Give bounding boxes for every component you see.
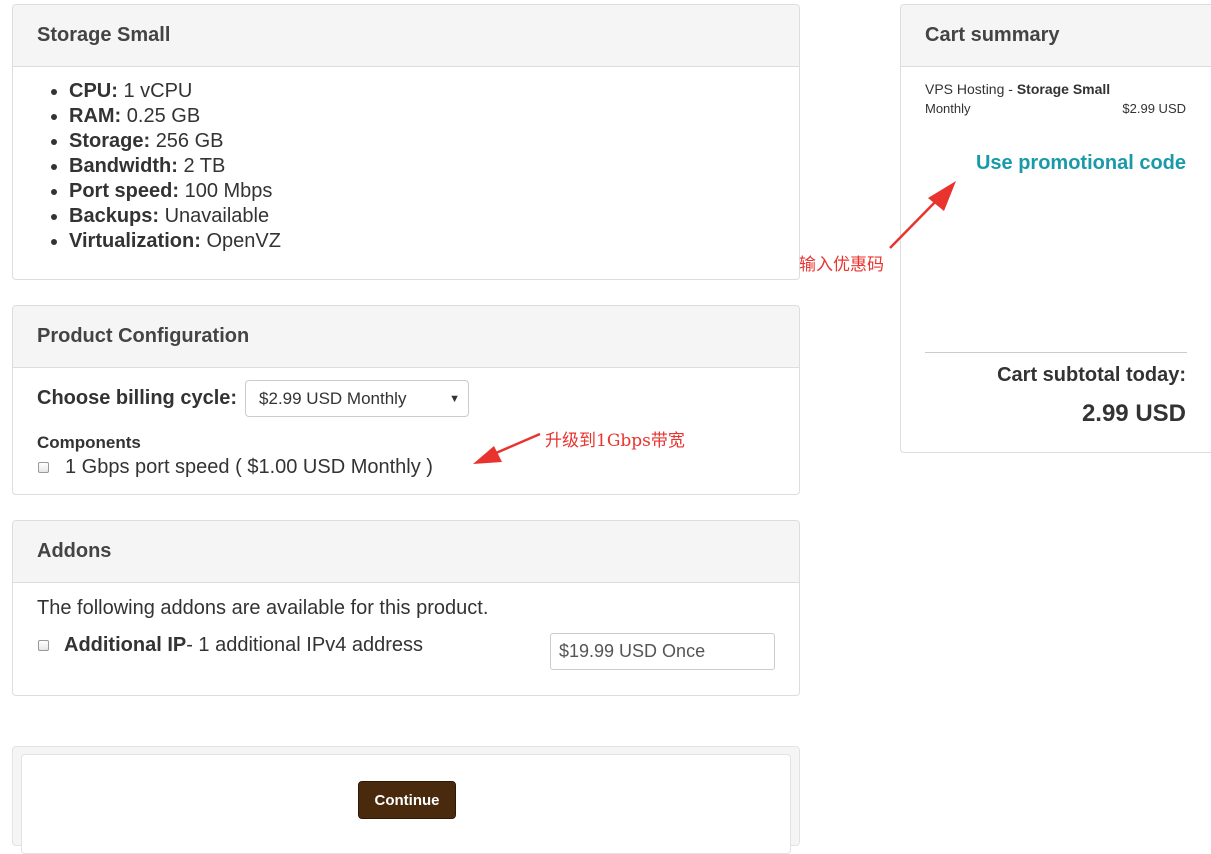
addons-intro-text: The following addons are available for t… xyxy=(37,597,489,619)
annotation-promo-note: 输入优惠码 xyxy=(799,255,884,275)
spec-label: Storage: xyxy=(69,130,151,152)
spec-item-virtualization: Virtualization: OpenVZ xyxy=(69,229,799,254)
cart-item-price: $2.99 USD xyxy=(1122,101,1186,116)
spec-item-cpu: CPU: 1 vCPU xyxy=(69,79,799,104)
addon-price-field: $19.99 USD Once xyxy=(550,633,775,670)
spec-item-storage: Storage: 256 GB xyxy=(69,129,799,154)
billing-cycle-label: Choose billing cycle: xyxy=(37,387,238,409)
cart-divider xyxy=(925,352,1187,353)
addon-name: Additional IP xyxy=(64,634,187,656)
cart-item-cycle: Monthly xyxy=(925,101,971,116)
spec-item-backups: Backups: Unavailable xyxy=(69,204,799,229)
product-configuration-panel: Product Configuration Choose billing cyc… xyxy=(12,305,800,495)
chevron-down-icon: ▼ xyxy=(449,392,461,405)
spec-value: 0.25 GB xyxy=(126,105,201,127)
addons-panel: Addons The following addons are availabl… xyxy=(12,520,800,696)
spec-value: 100 Mbps xyxy=(184,180,273,202)
cart-item-line: VPS Hosting - Storage Small xyxy=(925,81,1110,97)
continue-button[interactable]: Continue xyxy=(358,781,456,819)
addon-description: - 1 additional IPv4 address xyxy=(186,634,424,656)
billing-cycle-selected: $2.99 USD Monthly xyxy=(259,388,407,408)
spec-item-ram: RAM: 0.25 GB xyxy=(69,104,799,129)
spec-value: 2 TB xyxy=(183,155,226,177)
spec-label: Backups: xyxy=(69,205,160,227)
spec-item-port-speed: Port speed: 100 Mbps xyxy=(69,179,799,204)
product-title: Storage Small xyxy=(13,5,799,67)
continue-inner-box: Continue xyxy=(21,754,791,854)
component-option-row[interactable]: 1 Gbps port speed ( $1.00 USD Monthly ) xyxy=(38,456,433,479)
spec-label: RAM: xyxy=(69,105,122,127)
spec-label: CPU: xyxy=(69,80,118,102)
spec-label: Bandwidth: xyxy=(69,155,178,177)
spec-value: 256 GB xyxy=(155,130,224,152)
cart-summary-panel: Cart summary VPS Hosting - Storage Small… xyxy=(900,4,1211,453)
cart-subtotal-value: 2.99 USD xyxy=(1081,400,1186,427)
spec-value: 1 vCPU xyxy=(123,80,193,102)
cart-item-name: Storage Small xyxy=(1016,81,1111,97)
product-details-panel: Storage Small CPU: 1 vCPU RAM: 0.25 GB S… xyxy=(12,4,800,280)
spec-item-bandwidth: Bandwidth: 2 TB xyxy=(69,154,799,179)
billing-cycle-select[interactable]: $2.99 USD Monthly ▼ xyxy=(245,380,470,417)
cart-summary-title: Cart summary xyxy=(901,5,1211,67)
components-label: Components xyxy=(37,433,141,452)
continue-area: Continue xyxy=(12,746,800,854)
gbps-port-checkbox[interactable] xyxy=(38,462,49,473)
spec-value: Unavailable xyxy=(164,205,270,227)
billing-cycle-row: Choose billing cycle: $2.99 USD Monthly … xyxy=(37,380,470,417)
spec-value: OpenVZ xyxy=(206,230,281,252)
spec-label: Virtualization: xyxy=(69,230,201,252)
use-promo-code-link[interactable]: Use promotional code xyxy=(976,152,1186,175)
additional-ip-checkbox[interactable] xyxy=(38,640,49,651)
addons-body: The following addons are available for t… xyxy=(13,583,799,695)
addon-row-additional-ip[interactable]: Additional IP - 1 additional IPv4 addres… xyxy=(38,634,423,657)
config-panel-title: Product Configuration xyxy=(13,306,799,368)
gbps-port-label: 1 Gbps port speed ( $1.00 USD Monthly ) xyxy=(65,456,433,478)
annotation-upgrade-note: 升级到1Gbps带宽 xyxy=(545,431,685,451)
cart-subtotal-label: Cart subtotal today: xyxy=(997,364,1186,386)
spec-list: CPU: 1 vCPU RAM: 0.25 GB Storage: 256 GB… xyxy=(13,79,799,254)
addons-panel-title: Addons xyxy=(13,521,799,583)
cart-item-category: VPS Hosting - xyxy=(925,81,1017,97)
spec-label: Port speed: xyxy=(69,180,180,202)
